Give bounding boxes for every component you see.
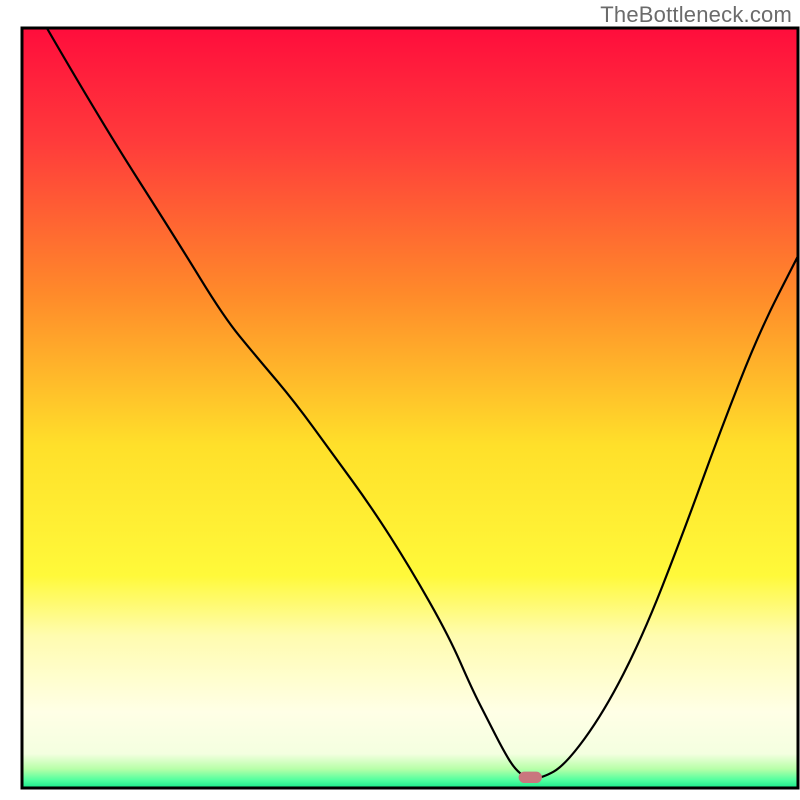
bottleneck-chart: TheBottleneck.com [0, 0, 800, 800]
gradient-background [22, 28, 798, 788]
chart-canvas [0, 0, 800, 800]
optimal-marker [519, 772, 542, 783]
watermark-label: TheBottleneck.com [600, 2, 792, 28]
